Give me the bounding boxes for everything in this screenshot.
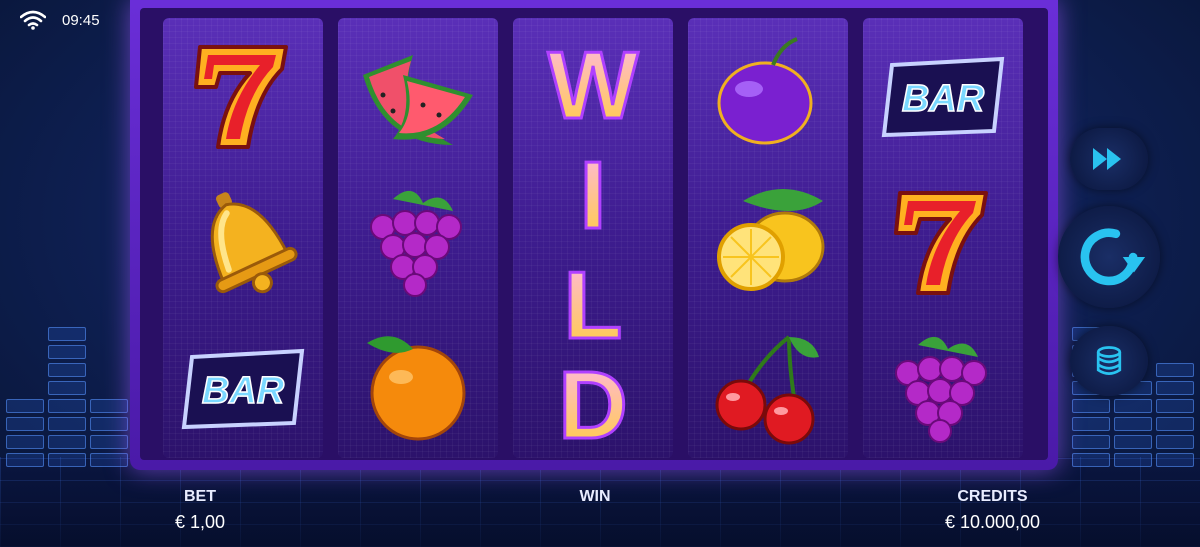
credits-label: CREDITS — [957, 488, 1028, 505]
symbol-orange — [338, 314, 498, 460]
symbol-bell — [163, 168, 323, 314]
symbol-watermelon — [338, 22, 498, 168]
symbol-bar: BAR — [163, 314, 323, 460]
bet-value[interactable]: € 1,00 — [150, 512, 250, 533]
credits-value: € 10.000,00 — [944, 512, 1041, 532]
symbol-wild: W I L D — [546, 31, 640, 459]
symbol-bar: BAR — [863, 22, 1023, 168]
bar-text: BAR — [902, 78, 985, 120]
wild-letter-i: I — [580, 142, 607, 249]
symbol-lemon — [688, 168, 848, 314]
info-bar: BET € 1,00 WIN CREDITS € 10.000,00 — [0, 480, 1200, 547]
bet-settings-button[interactable] — [1070, 326, 1148, 396]
reel-1: BAR — [163, 18, 323, 458]
reel-4 — [688, 18, 848, 458]
fast-forward-icon — [1093, 148, 1121, 170]
reel-5: BAR — [863, 18, 1023, 458]
symbol-seven — [863, 168, 1023, 314]
turbo-button[interactable] — [1070, 128, 1148, 190]
spin-button[interactable] — [1058, 206, 1160, 308]
spin-icon — [1080, 228, 1146, 286]
wifi-icon — [19, 10, 47, 30]
equalizer-left — [6, 327, 128, 467]
symbol-grapes — [338, 168, 498, 314]
symbol-cherry — [688, 314, 848, 460]
symbol-plum — [688, 22, 848, 168]
symbol-seven — [163, 22, 323, 168]
wild-letter-w: W — [548, 32, 639, 139]
win-label: WIN — [579, 488, 611, 505]
status-time: 09:45 — [62, 11, 100, 29]
bar-text: BAR — [202, 370, 285, 412]
reel-2 — [338, 18, 498, 458]
coin-stack-icon — [1096, 346, 1122, 375]
reel-3: W I L D — [513, 18, 673, 458]
symbol-grapes — [863, 314, 1023, 460]
status-bar: 09:45 — [19, 10, 100, 30]
wild-letter-d: D — [558, 352, 627, 458]
bet-label: BET — [184, 488, 216, 505]
wild-letter-l: L — [564, 252, 623, 359]
